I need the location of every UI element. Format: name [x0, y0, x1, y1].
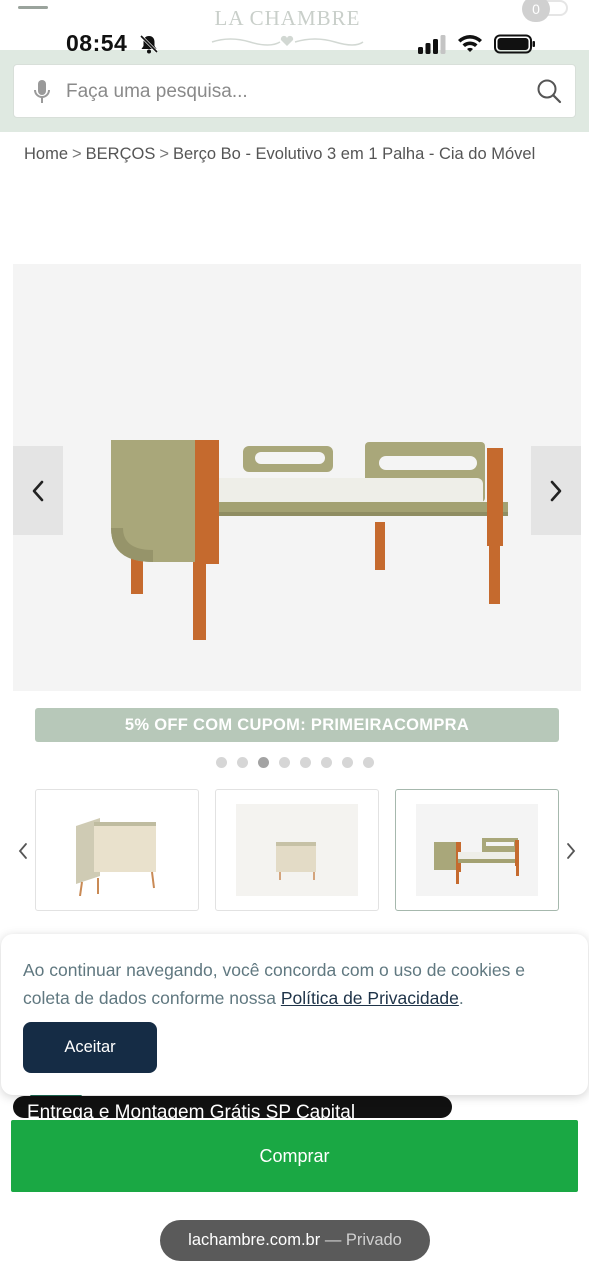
carousel-dot[interactable]	[279, 757, 290, 768]
buy-button[interactable]: Comprar	[11, 1120, 578, 1192]
product-image-carousel[interactable]	[13, 264, 581, 691]
cookie-banner: Ao continuar navegando, você concorda co…	[1, 934, 588, 1095]
thumbnail-3[interactable]	[395, 789, 559, 911]
accept-cookies-button[interactable]: Aceitar	[23, 1022, 157, 1073]
status-time: 08:54	[66, 30, 128, 56]
carousel-next-button[interactable]	[531, 446, 581, 535]
search-bar[interactable]	[13, 64, 576, 118]
shipping-notice: Entrega e Montagem Grátis SP Capital	[13, 1096, 452, 1118]
battery-icon	[494, 34, 535, 54]
carousel-dots	[216, 757, 374, 769]
breadcrumb-current: Berço Bo - Evolutivo 3 em 1 Palha - Cia …	[172, 145, 536, 163]
carousel-dot-active[interactable]	[258, 757, 269, 768]
url-domain: lachambre.com.br	[188, 1231, 321, 1249]
breadcrumb-home[interactable]: Home	[24, 145, 68, 163]
carousel-dot[interactable]	[300, 757, 311, 768]
breadcrumb: Home > BERÇOS > Berço Bo - Evolutivo 3 em 1 …	[24, 145, 584, 164]
cookie-trailing: .	[458, 988, 464, 1008]
menu-icon[interactable]	[18, 6, 48, 9]
carousel-dot[interactable]	[237, 757, 248, 768]
thumbnails-prev-button[interactable]	[14, 838, 32, 864]
chevron-left-icon	[18, 843, 27, 859]
breadcrumb-separator: >	[159, 145, 169, 163]
carousel-dot[interactable]	[363, 757, 374, 768]
carousel-dot[interactable]	[342, 757, 353, 768]
private-mode-label: — Privado	[324, 1231, 402, 1249]
chevron-left-icon	[32, 480, 44, 501]
cookie-text: Ao continuar navegando, você concorda co…	[23, 956, 573, 1012]
thumbnail-1[interactable]	[35, 789, 199, 911]
status-bar: 08:54	[0, 26, 589, 62]
signal-icon	[418, 35, 446, 54]
mini-crib-thumbnail	[236, 804, 358, 896]
coupon-banner: 5% OFF COM CUPOM: PRIMEIRACOMPRA	[35, 708, 559, 742]
wifi-icon	[458, 35, 482, 52]
browser-url-pill[interactable]: lachambre.com.br — Privado	[160, 1220, 430, 1261]
search-input[interactable]	[66, 75, 506, 109]
bed-image	[111, 440, 508, 640]
breadcrumb-separator: >	[72, 145, 82, 163]
breadcrumb-category[interactable]: BERÇOS	[86, 145, 156, 163]
chevron-right-icon	[567, 843, 576, 859]
search-icon[interactable]	[536, 78, 562, 104]
chevron-right-icon	[550, 480, 562, 501]
bell-slash-icon	[139, 34, 159, 54]
carousel-prev-button[interactable]	[13, 446, 63, 535]
carousel-dot[interactable]	[321, 757, 332, 768]
toddler-bed-thumbnail	[416, 804, 538, 896]
thumbnails-next-button[interactable]	[562, 838, 580, 864]
privacy-policy-link[interactable]: Política de Privacidade	[281, 988, 459, 1008]
thumbnail-2[interactable]	[215, 789, 379, 911]
cart-count-badge[interactable]: 0	[522, 0, 550, 22]
crib-thumbnail	[56, 804, 178, 896]
carousel-dot[interactable]	[216, 757, 227, 768]
mic-icon[interactable]	[32, 79, 52, 105]
